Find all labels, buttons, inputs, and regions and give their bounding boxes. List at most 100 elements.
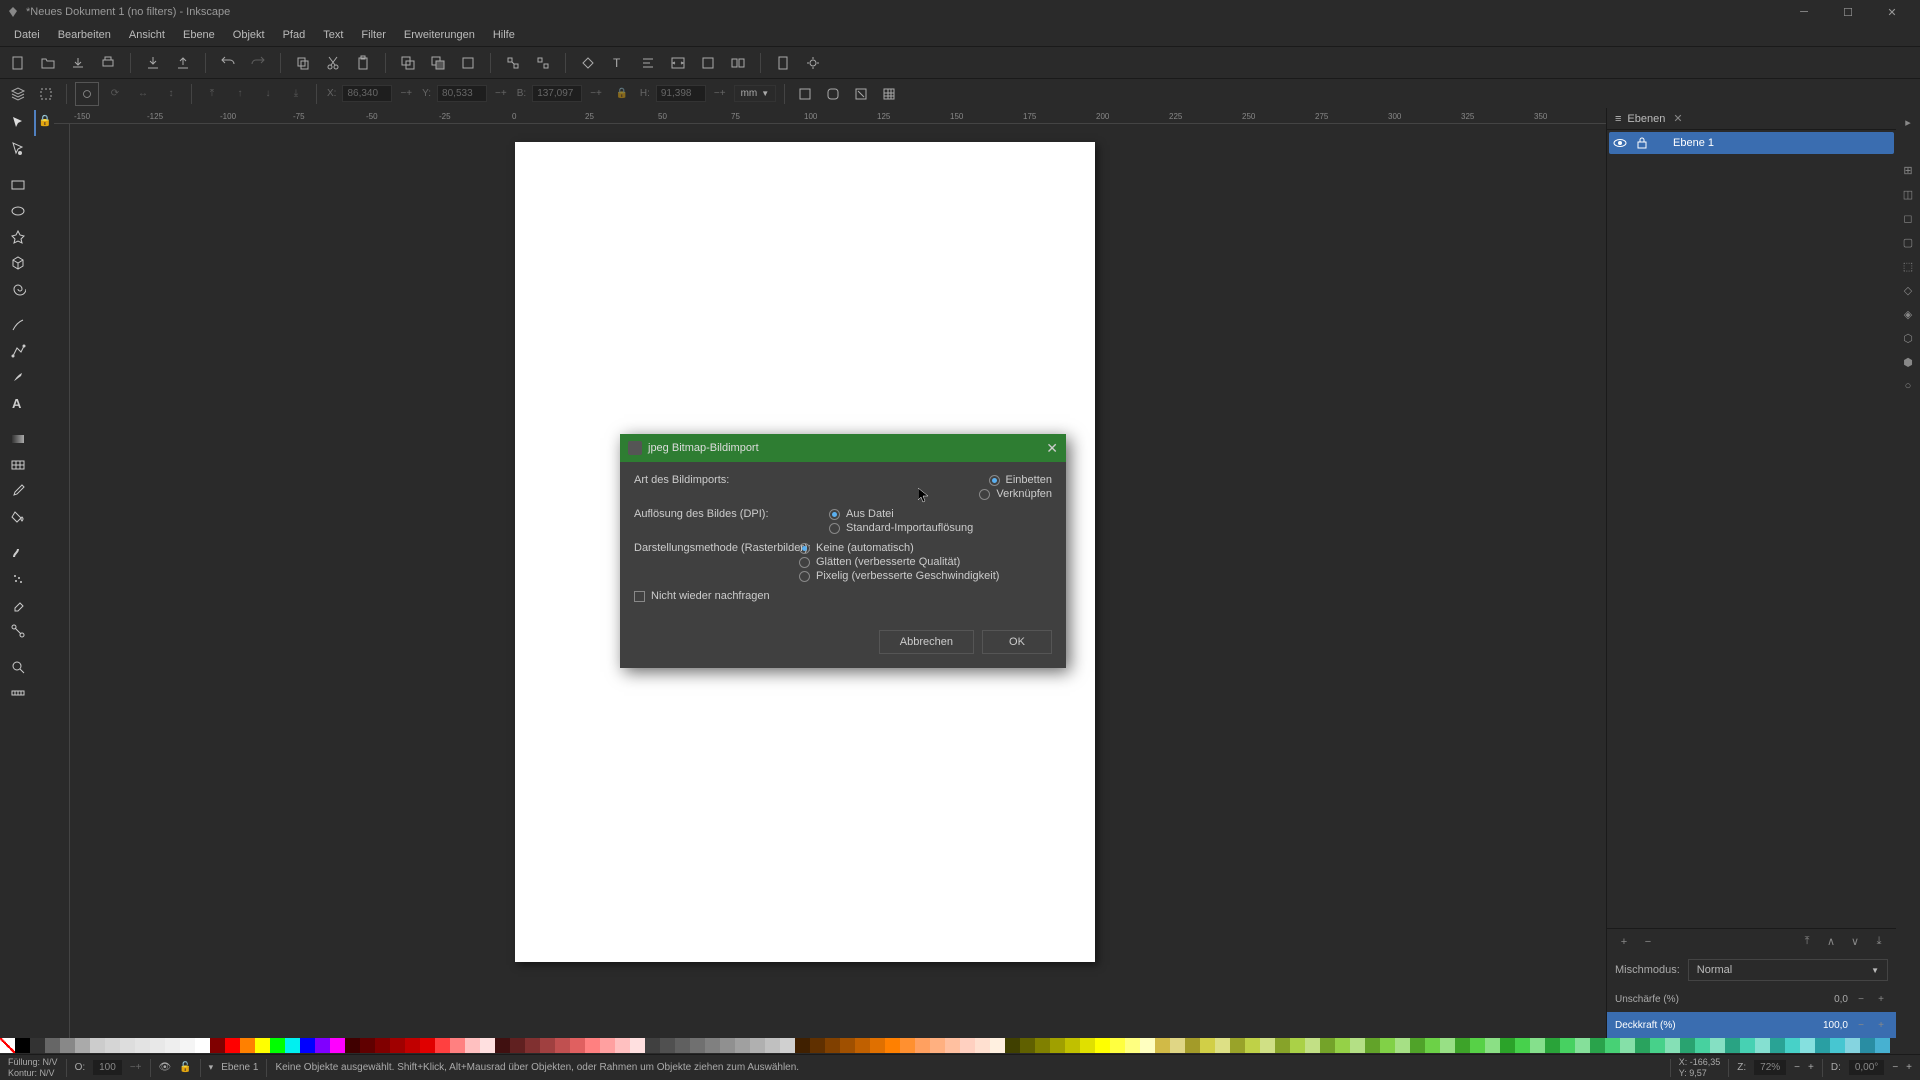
menu-bearbeiten[interactable]: Bearbeiten: [50, 26, 119, 44]
add-layer-icon[interactable]: +: [1615, 933, 1633, 951]
menu-hilfe[interactable]: Hilfe: [485, 26, 523, 44]
color-swatch[interactable]: [90, 1038, 105, 1053]
move-gradients-icon[interactable]: [849, 82, 873, 106]
dock-snap-icon[interactable]: ⊞: [1898, 160, 1918, 180]
remove-layer-icon[interactable]: −: [1639, 933, 1657, 951]
document-properties-icon[interactable]: [771, 51, 795, 75]
render-none-radio[interactable]: Keine (automatisch): [799, 542, 1052, 554]
color-swatch[interactable]: [1845, 1038, 1860, 1053]
color-swatch[interactable]: [930, 1038, 945, 1053]
measure-tool[interactable]: [0, 680, 36, 706]
lock-icon[interactable]: [1635, 136, 1649, 150]
color-swatch[interactable]: [1170, 1038, 1185, 1053]
menu-objekt[interactable]: Objekt: [225, 26, 273, 44]
zoom-plus-icon[interactable]: +: [1808, 1062, 1814, 1073]
w-field[interactable]: [532, 85, 582, 102]
color-swatch[interactable]: [1410, 1038, 1425, 1053]
color-swatch[interactable]: [1800, 1038, 1815, 1053]
select-all-icon[interactable]: [34, 82, 58, 106]
color-swatch[interactable]: [1290, 1038, 1305, 1053]
color-swatch[interactable]: [1590, 1038, 1605, 1053]
color-swatch[interactable]: [1335, 1038, 1350, 1053]
zoom-value[interactable]: 72%: [1754, 1060, 1786, 1075]
color-swatch[interactable]: [975, 1038, 990, 1053]
fill-stroke-icon[interactable]: [576, 51, 600, 75]
close-button[interactable]: ✕: [1870, 0, 1914, 24]
dock-item-1[interactable]: ◫: [1898, 184, 1918, 204]
dont-ask-checkbox[interactable]: Nicht wieder nachfragen: [634, 590, 770, 602]
color-swatch[interactable]: [75, 1038, 90, 1053]
align-icon[interactable]: [636, 51, 660, 75]
color-swatch[interactable]: [615, 1038, 630, 1053]
fill-value[interactable]: N/V: [43, 1057, 58, 1067]
layers-toggle-icon[interactable]: [6, 82, 30, 106]
color-swatch[interactable]: [825, 1038, 840, 1053]
scale-stroke-icon[interactable]: [793, 82, 817, 106]
color-swatch[interactable]: [765, 1038, 780, 1053]
color-swatch[interactable]: [855, 1038, 870, 1053]
color-swatch[interactable]: [1050, 1038, 1065, 1053]
x-field[interactable]: [342, 85, 392, 102]
color-swatch[interactable]: [315, 1038, 330, 1053]
color-swatch[interactable]: [1230, 1038, 1245, 1053]
color-swatch[interactable]: [285, 1038, 300, 1053]
color-swatch[interactable]: [30, 1038, 45, 1053]
color-swatch[interactable]: [1770, 1038, 1785, 1053]
color-swatch[interactable]: [1005, 1038, 1020, 1053]
layer-top-icon[interactable]: ⤒: [1798, 933, 1816, 951]
blur-plus-icon[interactable]: +: [1874, 994, 1888, 1005]
color-swatch[interactable]: [1155, 1038, 1170, 1053]
color-swatch[interactable]: [1860, 1038, 1875, 1053]
color-swatch[interactable]: [45, 1038, 60, 1053]
lower-icon[interactable]: ↓: [256, 82, 280, 106]
color-swatch[interactable]: [660, 1038, 675, 1053]
mesh-tool[interactable]: [0, 452, 36, 478]
ruler-vertical[interactable]: [54, 124, 70, 1038]
color-swatch[interactable]: [1245, 1038, 1260, 1053]
color-swatch[interactable]: [1215, 1038, 1230, 1053]
color-swatch[interactable]: [1740, 1038, 1755, 1053]
redo-icon[interactable]: [246, 51, 270, 75]
text-tool[interactable]: A: [0, 390, 36, 416]
gradient-tool[interactable]: [0, 426, 36, 452]
dock-item-3[interactable]: ▢: [1898, 232, 1918, 252]
rotate-ccw-icon[interactable]: [75, 82, 99, 106]
dock-item-2[interactable]: ◻: [1898, 208, 1918, 228]
opacity-value[interactable]: 100,0: [1808, 1020, 1848, 1031]
color-swatch[interactable]: [150, 1038, 165, 1053]
unlink-clone-icon[interactable]: [456, 51, 480, 75]
color-swatch[interactable]: [1575, 1038, 1590, 1053]
stroke-value[interactable]: N/V: [40, 1068, 55, 1078]
export-icon[interactable]: [171, 51, 195, 75]
color-swatch[interactable]: [1110, 1038, 1125, 1053]
ruler-horizontal[interactable]: -150-125-100-75-50-250255075100125150175…: [54, 108, 1606, 124]
color-swatch[interactable]: [795, 1038, 810, 1053]
menu-ansicht[interactable]: Ansicht: [121, 26, 173, 44]
color-swatch[interactable]: [165, 1038, 180, 1053]
color-swatch[interactable]: [105, 1038, 120, 1053]
color-swatch[interactable]: [1080, 1038, 1095, 1053]
color-swatch[interactable]: [1725, 1038, 1740, 1053]
text-icon[interactable]: T: [606, 51, 630, 75]
color-swatch[interactable]: [450, 1038, 465, 1053]
ungroup-icon[interactable]: [531, 51, 555, 75]
color-swatch[interactable]: [405, 1038, 420, 1053]
color-swatch[interactable]: [1620, 1038, 1635, 1053]
color-swatch[interactable]: [750, 1038, 765, 1053]
undo-icon[interactable]: [216, 51, 240, 75]
color-swatch[interactable]: [870, 1038, 885, 1053]
current-layer[interactable]: Ebene 1: [221, 1062, 258, 1073]
color-swatch[interactable]: [645, 1038, 660, 1053]
selector-tool[interactable]: [0, 110, 36, 136]
render-pixel-radio[interactable]: Pixelig (verbesserte Geschwindigkeit): [799, 570, 1052, 582]
opacity-status-value[interactable]: 100: [93, 1060, 122, 1075]
color-swatch[interactable]: [255, 1038, 270, 1053]
color-swatch[interactable]: [900, 1038, 915, 1053]
color-swatch[interactable]: [1200, 1038, 1215, 1053]
color-swatch[interactable]: [195, 1038, 210, 1053]
color-swatch[interactable]: [120, 1038, 135, 1053]
color-swatch[interactable]: [1305, 1038, 1320, 1053]
blur-value[interactable]: 0,0: [1808, 994, 1848, 1005]
save-document-icon[interactable]: [66, 51, 90, 75]
layer-row-1[interactable]: Ebene 1: [1609, 132, 1894, 154]
